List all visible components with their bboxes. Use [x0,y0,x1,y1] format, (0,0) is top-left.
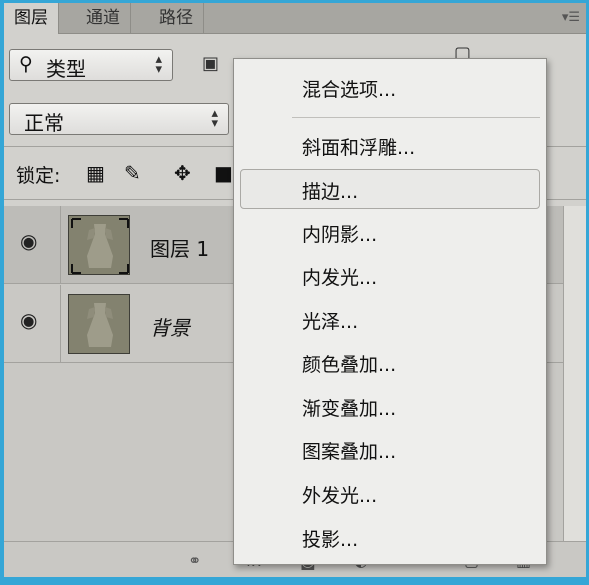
tab-paths[interactable]: 路径 [149,3,204,33]
dress-thumbnail-image [69,216,129,274]
tab-layers[interactable]: 图层 [4,3,59,34]
layer-name[interactable]: 图层 1 [150,233,209,262]
menu-divider [292,117,540,118]
divider [60,285,61,363]
tab-channels[interactable]: 通道 [76,3,131,33]
search-icon: ⚲ [19,53,33,75]
dress-thumbnail-image [69,295,129,353]
layer-style-context-menu: 混合选项... 斜面和浮雕... 描边... 内阴影... 内发光... 光泽.… [233,58,547,565]
image-filter-icon[interactable]: ▣ [202,53,219,74]
menu-item-stroke[interactable]: 描边... [240,169,540,209]
lock-all-icon[interactable]: ■ [214,161,233,185]
menu-item-inner-shadow[interactable]: 内阴影... [234,212,546,252]
blend-mode-dropdown[interactable]: 正常 ▴ ▾ [9,103,229,135]
lock-transparency-icon[interactable]: ▦ [86,161,105,185]
lock-label: 锁定: [16,165,61,187]
menu-item-satin[interactable]: 光泽... [234,299,546,339]
layer-thumbnail [68,294,130,354]
layer-thumbnail [68,215,130,275]
visibility-eye-icon[interactable]: ◉ [20,231,46,251]
visibility-eye-icon[interactable]: ◉ [20,310,46,330]
menu-item-drop-shadow[interactable]: 投影... [234,517,546,557]
menu-item-inner-glow[interactable]: 内发光... [234,255,546,295]
menu-item-color-overlay[interactable]: 颜色叠加... [234,342,546,382]
divider [60,206,61,284]
menu-item-blending-options[interactable]: 混合选项... [234,67,546,107]
lock-paint-brush-icon[interactable]: ✎ [124,161,141,185]
link-layers-icon[interactable]: ⚭ [188,551,201,570]
menu-item-pattern-overlay[interactable]: 图案叠加... [234,429,546,469]
panel-menu-icon[interactable]: ▾☰ [562,10,580,25]
updown-arrow-icon: ▴ ▾ [155,52,162,77]
menu-item-outer-glow[interactable]: 外发光... [234,473,546,513]
layer-name[interactable]: 背景 [150,312,190,341]
layers-panel: 图层 通道 路径 ▾☰ ⚲ 类型 ▴ ▾ ▣ ▢ 正常 ▴ ▾ 锁定: ▦ ✎ ✥ … [4,3,586,577]
scrollbar[interactable] [563,206,586,541]
layer-filter-dropdown[interactable]: ⚲ 类型 ▴ ▾ [9,49,173,81]
panel-tab-bar: 图层 通道 路径 ▾☰ [4,3,586,34]
menu-item-gradient-overlay[interactable]: 渐变叠加... [234,386,546,426]
lock-position-move-icon[interactable]: ✥ [174,161,191,185]
menu-item-bevel-emboss[interactable]: 斜面和浮雕... [234,125,546,165]
updown-arrow-icon: ▴ ▾ [211,106,218,131]
